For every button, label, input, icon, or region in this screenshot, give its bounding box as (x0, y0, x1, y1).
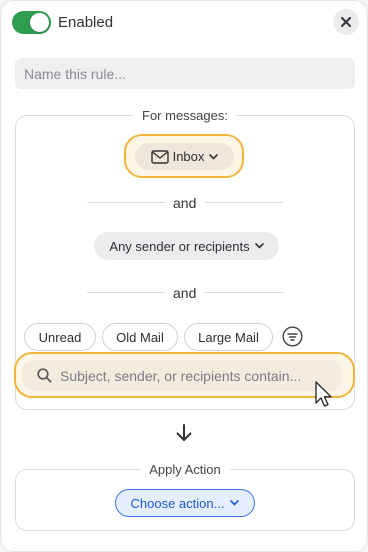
action-legend: Apply Action (140, 462, 230, 477)
rule-editor-panel: Enabled For messages: Inbox and Any send… (0, 0, 368, 552)
filter-chip-unread[interactable]: Unread (24, 323, 96, 351)
divider-right (205, 292, 283, 293)
rule-name-input[interactable] (15, 58, 355, 89)
search-field[interactable] (22, 360, 342, 391)
mailbox-dropdown[interactable]: Inbox (135, 143, 234, 170)
choose-action-label: Choose action... (130, 495, 225, 511)
enabled-label: Enabled (58, 14, 114, 31)
filter-lines-icon (282, 326, 303, 347)
search-input[interactable] (60, 367, 330, 384)
filter-chip-label: Old Mail (116, 329, 164, 345)
choose-action-dropdown[interactable]: Choose action... (115, 489, 255, 517)
filter-chip-label: Large Mail (198, 329, 259, 345)
divider-right (205, 202, 283, 203)
filter-chip-large-mail[interactable]: Large Mail (184, 323, 273, 351)
close-button[interactable] (333, 9, 359, 35)
chevron-down-icon (230, 500, 240, 506)
filter-chip-label: Unread (38, 329, 82, 345)
mouse-cursor-icon (315, 381, 332, 407)
chevron-down-icon (254, 243, 264, 249)
sender-dropdown[interactable]: Any sender or recipients (94, 232, 279, 260)
chevron-down-icon (209, 153, 219, 160)
filter-chip-old-mail[interactable]: Old Mail (102, 323, 178, 351)
filter-options-button[interactable] (282, 326, 303, 347)
divider-left (87, 292, 165, 293)
arrow-down-icon (176, 424, 192, 441)
envelope-icon (150, 149, 169, 164)
toggle-knob (30, 13, 49, 32)
enabled-toggle[interactable] (12, 11, 51, 34)
and-label: and (173, 195, 197, 211)
close-icon (340, 16, 352, 28)
mailbox-label: Inbox (172, 149, 205, 164)
divider-left (87, 202, 165, 203)
sender-label: Any sender or recipients (109, 238, 250, 254)
search-icon (37, 368, 52, 383)
conditions-legend: For messages: (133, 108, 237, 123)
and-label: and (173, 285, 197, 301)
